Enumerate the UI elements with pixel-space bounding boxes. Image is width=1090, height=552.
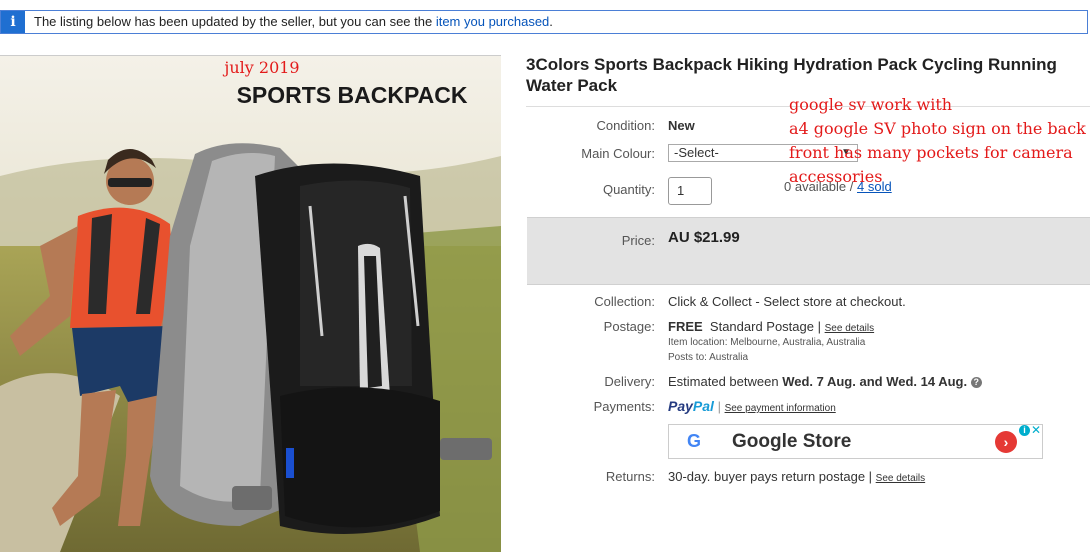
price-label: Price: bbox=[621, 233, 655, 248]
delivery-label: Delivery: bbox=[604, 374, 655, 389]
update-notice-bar: i The listing below has been updated by … bbox=[0, 10, 1088, 34]
red-annotation-note: google sv work with a4 google SV photo s… bbox=[789, 93, 1090, 189]
postage-free: FREE bbox=[668, 319, 703, 334]
banner-text: SPORTS BACKPACK bbox=[237, 82, 468, 108]
info-icon: i bbox=[1, 11, 25, 33]
annotation-line: a4 google SV photo sign on the back bbox=[789, 119, 1086, 138]
returns-label: Returns: bbox=[605, 469, 655, 484]
colour-label: Main Colour: bbox=[581, 146, 655, 161]
payment-info-link[interactable]: See payment information bbox=[725, 403, 836, 414]
collection-value: Click & Collect - Select store at checko… bbox=[668, 294, 906, 309]
item-location: Item location: Melbourne, Australia, Aus… bbox=[668, 337, 866, 348]
paypal-pal: Pal bbox=[692, 398, 714, 414]
listing-title: 3Colors Sports Backpack Hiking Hydration… bbox=[526, 55, 1057, 95]
postage-details-link[interactable]: See details bbox=[825, 323, 874, 334]
chevron-right-icon[interactable]: › bbox=[995, 431, 1017, 453]
payments-value: PayPal | See payment information bbox=[668, 398, 836, 414]
ad-info-icon[interactable]: i bbox=[1019, 425, 1030, 436]
postage-separator: | bbox=[817, 319, 821, 334]
quantity-input[interactable]: 1 bbox=[668, 177, 712, 205]
item-purchased-link[interactable]: item you purchased bbox=[436, 14, 549, 29]
postage-value: FREE Standard Postage | See details bbox=[668, 319, 874, 334]
colour-select-value: -Select- bbox=[674, 145, 719, 160]
paypal-pay: Pay bbox=[668, 398, 693, 414]
delivery-value: Estimated between Wed. 7 Aug. and Wed. 1… bbox=[668, 374, 982, 389]
product-photo[interactable]: SPORTS BACKPACK july 2019 bbox=[0, 55, 501, 552]
returns-text: 30-day. buyer pays return postage | bbox=[668, 469, 873, 484]
condition-value: New bbox=[668, 118, 695, 133]
returns-details-link[interactable]: See details bbox=[876, 473, 925, 484]
notice-message: The listing below has been updated by th… bbox=[34, 14, 436, 29]
annotation-line: front has many pockets for camera bbox=[789, 143, 1073, 162]
notice-end: . bbox=[549, 14, 553, 29]
postage-label: Postage: bbox=[603, 319, 655, 334]
close-icon[interactable]: ✕ bbox=[1031, 423, 1041, 437]
annotation-line: accessories bbox=[789, 167, 883, 186]
annotation-line: google sv work with bbox=[789, 95, 953, 114]
google-store-ad[interactable]: G Google Store › i ✕ bbox=[668, 423, 1043, 459]
price-value: AU $21.99 bbox=[668, 229, 740, 246]
google-logo-icon: G bbox=[687, 431, 702, 451]
help-icon[interactable]: ? bbox=[970, 377, 982, 389]
photo-annotation: july 2019 bbox=[222, 58, 299, 77]
returns-value: 30-day. buyer pays return postage | See … bbox=[668, 469, 925, 484]
collection-label: Collection: bbox=[594, 294, 655, 309]
price-panel: Price: AU $21.99 bbox=[527, 217, 1090, 285]
ad-title[interactable]: Google Store bbox=[732, 431, 851, 453]
quantity-label: Quantity: bbox=[602, 182, 655, 197]
delivery-dates: Wed. 7 Aug. and Wed. 14 Aug. bbox=[782, 374, 968, 389]
payments-label: Payments: bbox=[593, 399, 655, 414]
postage-method: Standard Postage bbox=[709, 319, 814, 334]
condition-label: Condition: bbox=[596, 118, 655, 133]
delivery-prefix: Estimated between bbox=[668, 374, 783, 389]
posts-to: Posts to: Australia bbox=[668, 352, 749, 363]
update-notice-text: The listing below has been updated by th… bbox=[34, 14, 553, 29]
paypal-logo: PayPal bbox=[668, 398, 714, 414]
